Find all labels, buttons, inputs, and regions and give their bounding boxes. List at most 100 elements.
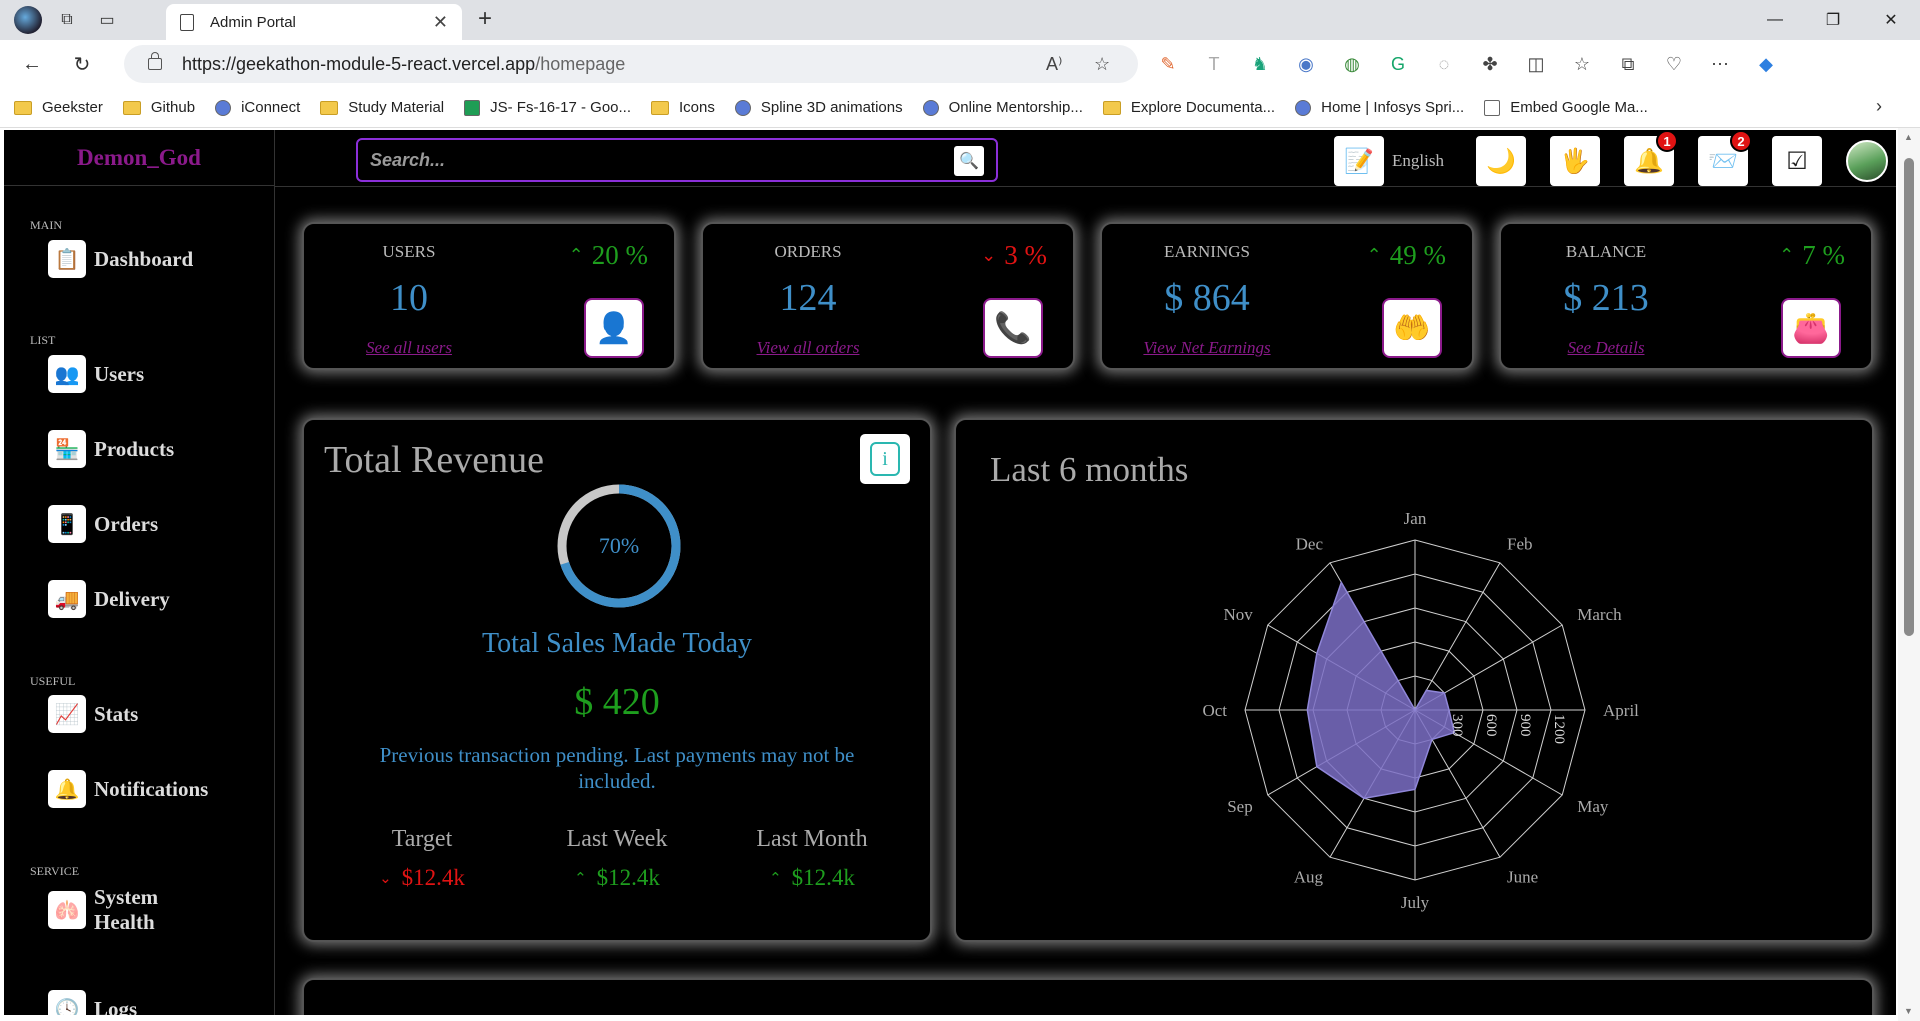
- close-window-icon[interactable]: ✕: [1862, 0, 1920, 40]
- copilot-icon[interactable]: ◆: [1748, 44, 1784, 84]
- widget-link[interactable]: See Details: [1501, 338, 1711, 358]
- wallet-icon[interactable]: 👛: [1781, 298, 1841, 358]
- timer-extension-icon[interactable]: ◌: [1426, 44, 1462, 84]
- sidebar-item-system-health[interactable]: 🫁 System Health: [48, 885, 178, 935]
- radar-series-area: [1306, 580, 1456, 800]
- money-hand-icon[interactable]: 🤲: [1382, 298, 1442, 358]
- radar-category-label: Sep: [1227, 797, 1253, 816]
- notification-bell-icon[interactable]: 🔔 1: [1623, 130, 1678, 186]
- favorites-icon[interactable]: ☆: [1564, 44, 1600, 84]
- bookmark-item[interactable]: Online Mentorship...: [922, 99, 1083, 116]
- pen-extension-icon[interactable]: ✎: [1150, 44, 1186, 84]
- info-button[interactable]: i: [860, 434, 910, 484]
- grammarly-icon[interactable]: G: [1380, 44, 1416, 84]
- back-icon[interactable]: ←: [14, 46, 50, 82]
- workspaces-icon[interactable]: ⧉: [52, 5, 82, 35]
- favorite-star-icon[interactable]: ☆: [1094, 54, 1110, 75]
- sidebar-item-users[interactable]: 👥 Users: [48, 355, 144, 393]
- sidebar-item-delivery[interactable]: 🚚 Delivery: [48, 580, 170, 618]
- stat-target: Target ⌄ $12.4k: [322, 826, 522, 891]
- sidebar-item-orders[interactable]: 📱 Orders: [48, 505, 158, 543]
- bookmark-label: Spline 3D animations: [760, 99, 903, 116]
- bookmark-item[interactable]: Github: [122, 99, 195, 116]
- bookmark-icon: [922, 99, 939, 116]
- dark-mode-icon[interactable]: 🌙: [1475, 136, 1526, 186]
- arrow-up-icon: ⌃: [769, 870, 782, 887]
- widget-title: EARNINGS: [1164, 242, 1250, 261]
- messages-icon[interactable]: 📨 2: [1697, 130, 1752, 186]
- sidebar-item-dashboard[interactable]: 📋 Dashboard: [48, 240, 193, 278]
- bookmark-item[interactable]: Study Material: [320, 99, 444, 116]
- section-service: SERVICE: [30, 864, 80, 878]
- page-viewport: Demon_God MAIN 📋 Dashboard LIST 👥 Users …: [0, 128, 1920, 1021]
- language-selector[interactable]: English: [1392, 151, 1444, 171]
- bookmark-item[interactable]: Home | Infosys Spri...: [1295, 99, 1464, 116]
- arrow-up-icon: ⌃: [1779, 245, 1795, 265]
- percent-value: 3 %: [1004, 240, 1047, 270]
- extensions-puzzle-icon[interactable]: ✤: [1472, 44, 1508, 84]
- more-menu-icon[interactable]: ⋯: [1702, 44, 1738, 84]
- widget-link[interactable]: See all users: [304, 338, 514, 358]
- page-scrollbar[interactable]: ▲ ▼: [1898, 128, 1920, 1021]
- close-tab-icon[interactable]: ✕: [433, 12, 448, 33]
- circle-extension-icon[interactable]: ◉: [1288, 44, 1324, 84]
- bookmark-item[interactable]: Icons: [651, 99, 715, 116]
- messages-badge: 2: [1729, 130, 1752, 152]
- stat-amount: $12.4k: [596, 865, 660, 890]
- widget-link[interactable]: View all orders: [703, 338, 913, 358]
- fullscreen-icon[interactable]: 🖐: [1549, 136, 1600, 186]
- text-extension-icon[interactable]: T: [1196, 44, 1232, 84]
- widget-link[interactable]: View Net Earnings: [1102, 338, 1312, 358]
- bookmark-icon: [1484, 99, 1501, 116]
- widget-percent: ⌃ 7 %: [1779, 240, 1845, 271]
- bookmark-item[interactable]: iConnect: [215, 99, 300, 116]
- radar-tick-label: 1200: [1551, 714, 1567, 744]
- sidebar-item-stats[interactable]: 📈 Stats: [48, 695, 138, 733]
- globe-extension-icon[interactable]: ◍: [1334, 44, 1370, 84]
- read-aloud-icon[interactable]: A⁾: [1046, 54, 1062, 75]
- bookmark-item[interactable]: Explore Documenta...: [1102, 99, 1275, 116]
- bookmark-icon: [215, 99, 232, 116]
- tab-actions-icon[interactable]: ▭: [92, 5, 122, 35]
- stat-last-week: Last Week ⌃ $12.4k: [517, 826, 717, 891]
- truck-icon: 🚚: [48, 580, 86, 618]
- scroll-up-icon[interactable]: ▲: [1904, 132, 1913, 142]
- search-input[interactable]: [370, 149, 930, 171]
- more-bookmarks-icon[interactable]: ›: [1876, 96, 1882, 117]
- brand-logo[interactable]: Demon_God: [4, 130, 274, 186]
- sidebar-item-notifications[interactable]: 🔔 Notifications: [48, 770, 208, 808]
- sidebar-item-label: Logs: [94, 996, 138, 1016]
- sidebar-item-label: Stats: [94, 701, 139, 726]
- restore-icon[interactable]: ❐: [1804, 0, 1862, 40]
- leaf-extension-icon[interactable]: ♞: [1242, 44, 1278, 84]
- tab-admin-portal[interactable]: Admin Portal ✕: [166, 4, 462, 40]
- url-path: /homepage: [535, 53, 626, 74]
- language-icon[interactable]: 📝: [1334, 136, 1384, 186]
- profile-avatar-icon[interactable]: [14, 6, 42, 34]
- stat-label: Last Week: [566, 826, 668, 852]
- tab-title: Admin Portal: [210, 13, 296, 31]
- new-tab-button[interactable]: +: [478, 5, 492, 33]
- user-check-icon[interactable]: 👤: [584, 298, 644, 358]
- refresh-icon[interactable]: ↻: [64, 46, 100, 82]
- sidebar-item-logs[interactable]: 🕓 Logs: [48, 990, 137, 1015]
- order-chat-icon[interactable]: 📞: [983, 298, 1043, 358]
- checklist-icon[interactable]: ☑: [1771, 136, 1822, 186]
- window-controls: — ❐ ✕: [1746, 0, 1920, 40]
- url-field[interactable]: https://geekathon-module-5-react.vercel.…: [124, 45, 1138, 83]
- scrollbar-thumb[interactable]: [1904, 158, 1914, 636]
- split-screen-icon[interactable]: ◫: [1518, 44, 1554, 84]
- widget-value: $ 864: [1164, 277, 1250, 319]
- bookmark-item[interactable]: Spline 3D animations: [734, 99, 903, 116]
- bookmark-item[interactable]: Geekster: [14, 99, 103, 116]
- bookmark-item[interactable]: Embed Google Ma...: [1484, 99, 1648, 116]
- browser-essentials-icon[interactable]: ♡: [1656, 44, 1692, 84]
- bookmark-item[interactable]: JS- Fs-16-17 - Goo...: [464, 99, 631, 116]
- user-avatar[interactable]: [1845, 140, 1888, 182]
- search-icon[interactable]: 🔍: [954, 146, 984, 176]
- scroll-down-icon[interactable]: ▼: [1904, 1006, 1913, 1016]
- collections-icon[interactable]: ⧉: [1610, 44, 1646, 84]
- sidebar-item-products[interactable]: 🏪 Products: [48, 430, 174, 468]
- widget-value: $ 213: [1563, 277, 1649, 319]
- minimize-icon[interactable]: —: [1746, 0, 1804, 40]
